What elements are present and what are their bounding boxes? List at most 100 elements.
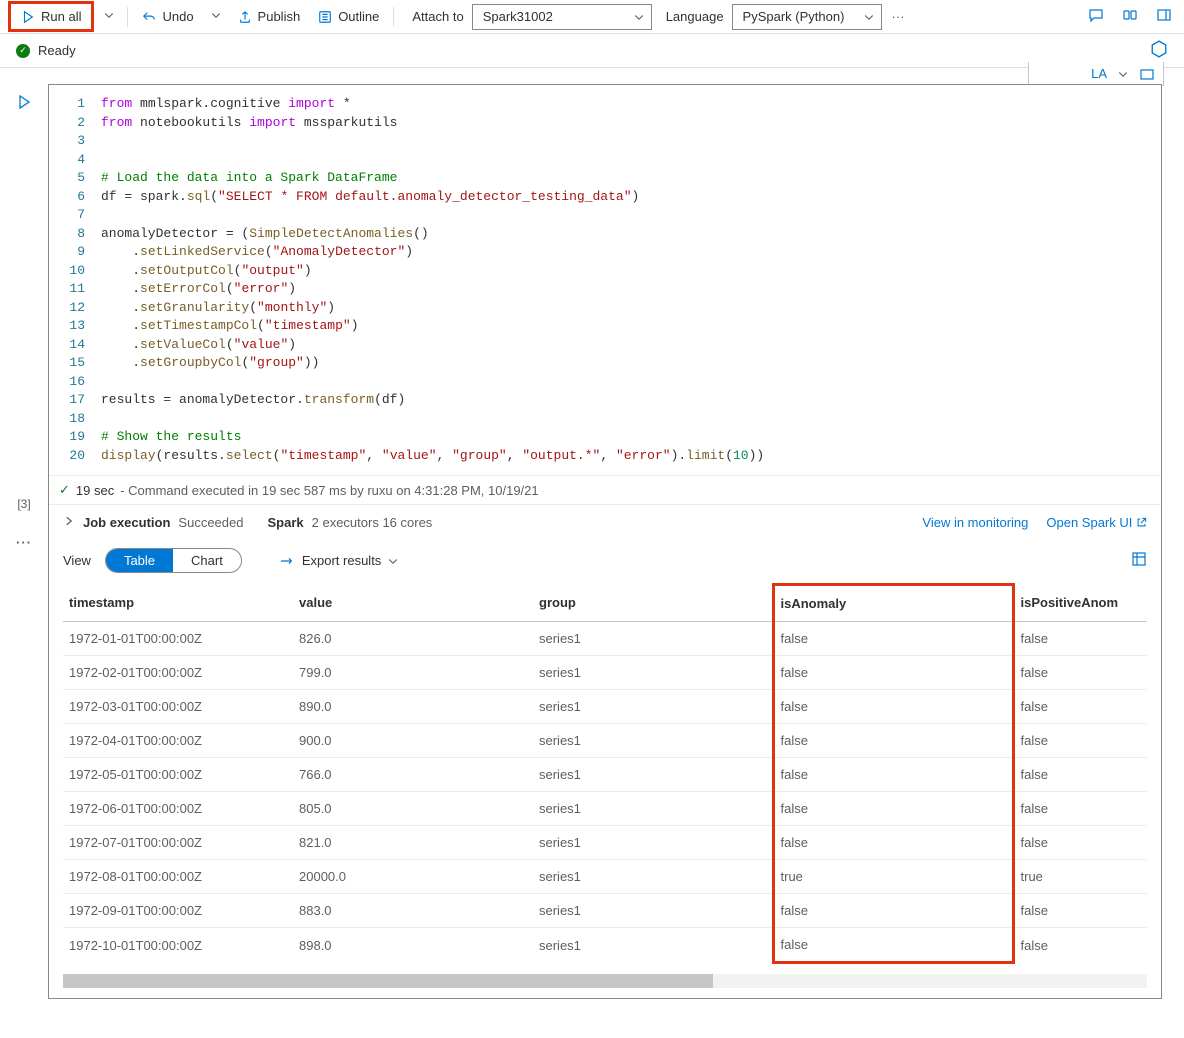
- language-label: Language: [666, 9, 724, 24]
- col-header-ispositive[interactable]: isPositiveAnom: [1013, 585, 1147, 622]
- line-numbers: 1 2 3 4 5 6 7 8 9 10 11 12 13 14 15 16 1…: [49, 85, 85, 475]
- expand-job-toggle[interactable]: [63, 515, 75, 530]
- chevron-down-icon: [387, 555, 399, 567]
- cell-timestamp: 1972-03-01T00:00:00Z: [63, 690, 293, 724]
- comment-button[interactable]: [1084, 3, 1108, 30]
- cell-value: 898.0: [293, 928, 533, 963]
- table-row: 1972-07-01T00:00:00Z821.0series1falsefal…: [63, 826, 1147, 860]
- col-header-value[interactable]: value: [293, 585, 533, 622]
- view-monitoring-link[interactable]: View in monitoring: [922, 515, 1028, 530]
- cell-group: series1: [533, 792, 773, 826]
- code-editor[interactable]: from mmlspark.cognitive import * from no…: [85, 85, 1161, 475]
- cell-more-button[interactable]: ···: [16, 535, 32, 550]
- chevron-down-icon: [863, 11, 875, 23]
- cell-isanomaly: false: [773, 894, 1013, 928]
- cell-group: series1: [533, 758, 773, 792]
- cell-ispositive: false: [1013, 724, 1147, 758]
- results-table: timestamp value group isAnomaly isPositi…: [63, 583, 1147, 964]
- export-results-button[interactable]: Export results: [280, 553, 399, 568]
- horizontal-scrollbar[interactable]: [63, 974, 1147, 988]
- variables-button[interactable]: [1118, 3, 1142, 30]
- panel-icon: [1156, 7, 1172, 23]
- col-header-group[interactable]: group: [533, 585, 773, 622]
- variables-icon: [1122, 7, 1138, 23]
- cell-timestamp: 1972-05-01T00:00:00Z: [63, 758, 293, 792]
- table-row: 1972-10-01T00:00:00Z898.0series1falsefal…: [63, 928, 1147, 963]
- view-tab-chart[interactable]: Chart: [173, 549, 241, 572]
- run-all-button[interactable]: Run all: [13, 5, 89, 28]
- cell-value: 20000.0: [293, 860, 533, 894]
- publish-label: Publish: [258, 9, 301, 24]
- job-execution-label: Job execution: [83, 515, 170, 530]
- table-settings-icon: [1131, 551, 1147, 567]
- cell-run-button[interactable]: [10, 88, 38, 119]
- cell-ispositive: true: [1013, 860, 1147, 894]
- attach-to-select[interactable]: Spark31002: [472, 4, 652, 30]
- exec-time: 19 sec: [76, 483, 114, 498]
- view-tab-table[interactable]: Table: [106, 549, 173, 572]
- open-spark-ui-link[interactable]: Open Spark UI: [1046, 515, 1147, 530]
- cell-group: series1: [533, 622, 773, 656]
- cell-group: series1: [533, 894, 773, 928]
- cell-timestamp: 1972-04-01T00:00:00Z: [63, 724, 293, 758]
- run-all-dropdown[interactable]: [97, 5, 121, 28]
- col-header-timestamp[interactable]: timestamp: [63, 585, 293, 622]
- status-bar: ✓ Ready: [0, 34, 1184, 68]
- export-results-label: Export results: [302, 553, 381, 568]
- undo-dropdown[interactable]: [204, 5, 228, 28]
- cell-isanomaly: false: [773, 792, 1013, 826]
- outline-button[interactable]: Outline: [310, 5, 387, 28]
- table-row: 1972-06-01T00:00:00Z805.0series1falsefal…: [63, 792, 1147, 826]
- view-label: View: [63, 553, 91, 568]
- toolbar-more-button[interactable]: ···: [884, 5, 913, 28]
- language-select[interactable]: PySpark (Python): [732, 4, 882, 30]
- scrollbar-thumb[interactable]: [63, 974, 713, 988]
- cell-ispositive: false: [1013, 894, 1147, 928]
- attach-to-label: Attach to: [412, 9, 463, 24]
- code-body: 1 2 3 4 5 6 7 8 9 10 11 12 13 14 15 16 1…: [49, 85, 1161, 475]
- run-all-label: Run all: [41, 9, 81, 24]
- hexagon-icon: [1150, 40, 1168, 58]
- exec-detail: - Command executed in 19 sec 587 ms by r…: [120, 483, 538, 498]
- cell-timestamp: 1972-08-01T00:00:00Z: [63, 860, 293, 894]
- table-row: 1972-09-01T00:00:00Z883.0series1falsefal…: [63, 894, 1147, 928]
- cell-value: 883.0: [293, 894, 533, 928]
- chevron-down-icon: [633, 11, 645, 23]
- spark-detail: 2 executors 16 cores: [312, 515, 433, 530]
- cell-ispositive: false: [1013, 690, 1147, 724]
- cell-timestamp: 1972-07-01T00:00:00Z: [63, 826, 293, 860]
- cell-ispositive: false: [1013, 622, 1147, 656]
- publish-button[interactable]: Publish: [230, 5, 309, 28]
- check-icon: ✓: [59, 482, 70, 498]
- cell-isanomaly: false: [773, 826, 1013, 860]
- output-settings-button[interactable]: [1131, 551, 1147, 570]
- separator: [393, 7, 394, 27]
- panel-button[interactable]: [1152, 3, 1176, 30]
- cell-ispositive: false: [1013, 928, 1147, 963]
- cell-timestamp: 1972-10-01T00:00:00Z: [63, 928, 293, 963]
- col-header-isanomaly[interactable]: isAnomaly: [773, 585, 1013, 622]
- cell-timestamp: 1972-02-01T00:00:00Z: [63, 656, 293, 690]
- export-icon: [280, 554, 296, 568]
- external-link-icon: [1136, 517, 1147, 528]
- cell-isanomaly: false: [773, 928, 1013, 963]
- separator: [127, 7, 128, 27]
- cell-value: 799.0: [293, 656, 533, 690]
- undo-button[interactable]: Undo: [134, 5, 201, 28]
- cell-timestamp: 1972-09-01T00:00:00Z: [63, 894, 293, 928]
- cell-ispositive: false: [1013, 758, 1147, 792]
- chevron-down-icon: [210, 9, 222, 21]
- cell-group: series1: [533, 690, 773, 724]
- cell-isanomaly: false: [773, 656, 1013, 690]
- cell-group: series1: [533, 656, 773, 690]
- table-row: 1972-04-01T00:00:00Z900.0series1falsefal…: [63, 724, 1147, 758]
- execution-status-line: ✓ 19 sec - Command executed in 19 sec 58…: [49, 475, 1161, 504]
- attach-to-value: Spark31002: [483, 9, 553, 24]
- outline-icon: [318, 10, 332, 24]
- table-row: 1972-01-01T00:00:00Z826.0series1falsefal…: [63, 622, 1147, 656]
- status-text: Ready: [38, 43, 76, 58]
- notebook-area: 1 2 3 4 5 6 7 8 9 10 11 12 13 14 15 16 1…: [48, 68, 1184, 1015]
- view-toggle: Table Chart: [105, 548, 242, 573]
- chevron-down-icon: [103, 9, 115, 21]
- expand-button[interactable]: [1150, 40, 1168, 61]
